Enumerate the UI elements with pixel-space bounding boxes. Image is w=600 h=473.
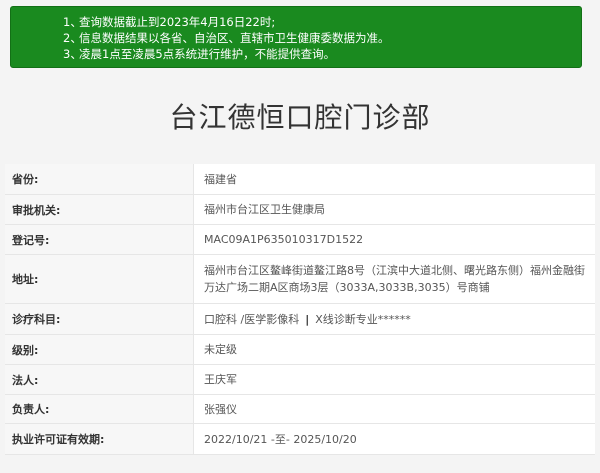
separator: | bbox=[305, 312, 310, 326]
table-row: 省份: 福建省 bbox=[5, 164, 595, 195]
field-value: 福州市台江区卫生健康局 bbox=[204, 203, 325, 216]
notice-item: 2、信息数据结果以各省、自治区、直辖市卫生健康委数据为准。 bbox=[63, 31, 390, 45]
table-row: 法人: 王庆军 bbox=[5, 365, 595, 395]
field-label: 地址: bbox=[5, 255, 194, 303]
specialty-list: X线诊断专业****** bbox=[315, 312, 411, 326]
table-row: 地址: 福州市台江区鳌峰街道鳌江路8号（江滨中大道北侧、曙光路东侧）福州金融街万… bbox=[5, 255, 595, 304]
department-list: 口腔科 /医学影像科 bbox=[204, 312, 300, 326]
notice-banner: 1、查询数据截止到2023年4月16日22时; 2、信息数据结果以各省、自治区、… bbox=[10, 6, 582, 68]
field-value: 福州市台江区鳌峰街道鳌江路8号（江滨中大道北侧、曙光路东侧）福州金融街万达广场二… bbox=[204, 264, 585, 294]
page-title: 台江德恒口腔门诊部 bbox=[169, 101, 431, 134]
field-value: 张强仪 bbox=[204, 402, 237, 416]
field-label: 负责人: bbox=[5, 395, 194, 423]
notice-item: 3、凌晨1点至凌晨5点系统进行维护，不能提供查询。 bbox=[63, 47, 336, 61]
field-label: 登记号: bbox=[5, 225, 194, 254]
field-label: 审批机关: bbox=[5, 195, 194, 224]
field-label: 执业许可证有效期: bbox=[5, 424, 194, 454]
info-table: 省份: 福建省 审批机关: 福州市台江区卫生健康局 登记号: MAC09A1P6… bbox=[5, 164, 595, 455]
table-row: 级别: 未定级 bbox=[5, 335, 595, 365]
field-value: 未定级 bbox=[204, 343, 237, 356]
field-label: 级别: bbox=[5, 335, 194, 364]
title-area: 台江德恒口腔门诊部 bbox=[0, 68, 600, 160]
field-value: 王庆军 bbox=[204, 373, 237, 386]
field-label: 法人: bbox=[5, 365, 194, 394]
field-value: 口腔科 /医学影像科 | X线诊断专业****** bbox=[194, 304, 595, 334]
field-value: 福建省 bbox=[204, 172, 237, 186]
notice-item: 1、查询数据截止到2023年4月16日22时; bbox=[63, 15, 276, 29]
table-row: 审批机关: 福州市台江区卫生健康局 bbox=[5, 195, 595, 225]
table-row: 诊疗科目: 口腔科 /医学影像科 | X线诊断专业****** bbox=[5, 304, 595, 335]
field-value: 2022/10/21 -至- 2025/10/20 bbox=[204, 432, 357, 446]
field-value: MAC09A1P635010317D1522 bbox=[204, 233, 364, 246]
table-row: 登记号: MAC09A1P635010317D1522 bbox=[5, 225, 595, 255]
table-row: 负责人: 张强仪 bbox=[5, 395, 595, 424]
table-row: 执业许可证有效期: 2022/10/21 -至- 2025/10/20 bbox=[5, 424, 595, 455]
field-label: 诊疗科目: bbox=[5, 304, 194, 334]
field-label: 省份: bbox=[5, 164, 194, 194]
